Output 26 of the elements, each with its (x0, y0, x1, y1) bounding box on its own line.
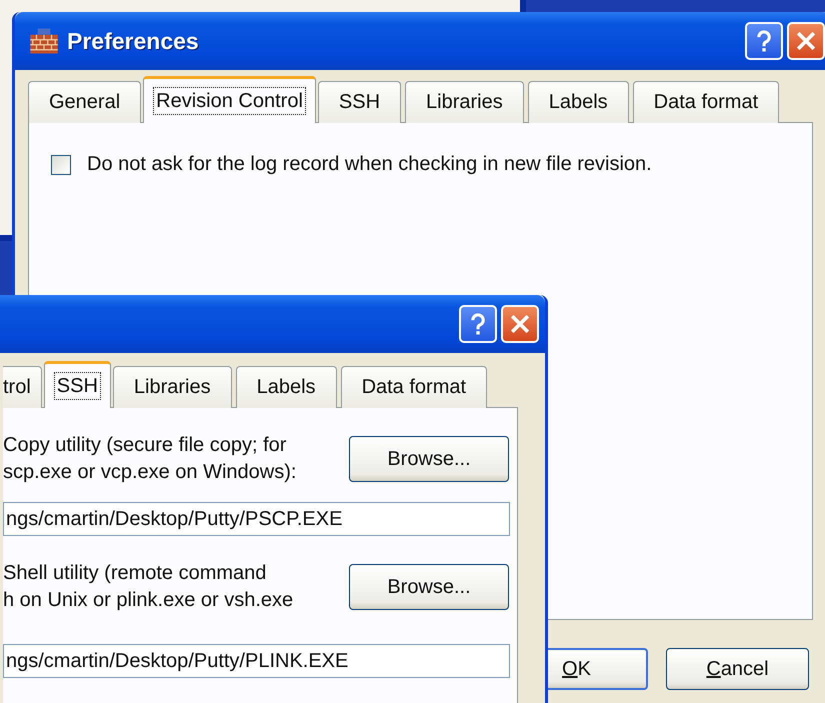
tab[interactable]: Labels (236, 366, 337, 408)
tab[interactable]: Data format (340, 366, 488, 408)
tab[interactable]: trol (3, 366, 42, 408)
close-button[interactable] (501, 305, 539, 343)
browse-button[interactable]: Browse... (349, 564, 509, 610)
close-button[interactable] (787, 22, 825, 60)
tab[interactable]: Libraries (112, 366, 232, 408)
tab[interactable]: Revision Control (143, 76, 316, 123)
tab[interactable]: General (28, 81, 142, 123)
tab[interactable]: Libraries (405, 81, 524, 123)
tab[interactable]: Labels (528, 81, 629, 123)
tab[interactable]: SSH (318, 81, 402, 123)
setting-label: Shell utility (remote command h on Unix or plink.exe or vsh.exe (3, 561, 294, 613)
tab[interactable]: SSH (44, 361, 111, 408)
tab[interactable]: Data format (632, 81, 780, 123)
cancel-button[interactable]: Cancel (666, 648, 809, 690)
checkbox[interactable] (51, 154, 71, 174)
brick-wall-icon (29, 27, 59, 55)
path-field[interactable]: ngs/cmartin/Desktop/Putty/PLINK.EXE (3, 644, 510, 678)
help-button[interactable] (459, 305, 497, 343)
window-title: Preferences (67, 28, 199, 54)
setting-label: Copy utility (secure file copy; for scp.exe or vcp.exe on Windows): (3, 433, 296, 485)
checkbox-label: Do not ask for the log record when checking in new file revision. (87, 153, 652, 176)
browse-button[interactable]: Browse... (349, 436, 509, 482)
help-button[interactable] (745, 22, 783, 60)
path-field[interactable]: ngs/cmartin/Desktop/Putty/PSCP.EXE (3, 502, 510, 536)
